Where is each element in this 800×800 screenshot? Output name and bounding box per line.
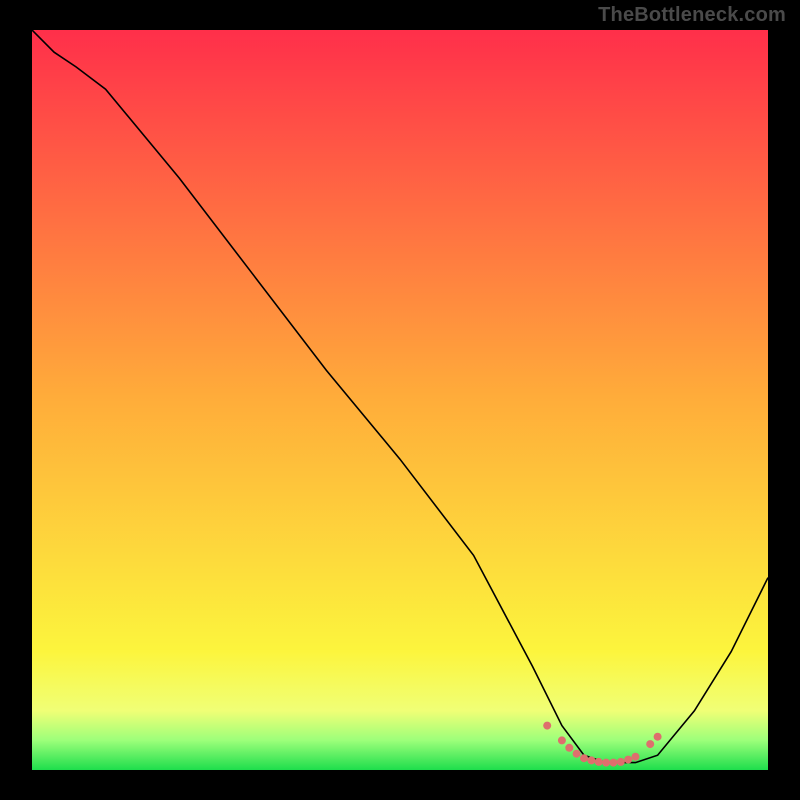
optimal-dot <box>595 758 603 766</box>
optimal-dot <box>646 740 654 748</box>
chart-svg <box>32 30 768 770</box>
gradient-bg <box>32 30 768 770</box>
optimal-dot <box>543 722 551 730</box>
optimal-dot <box>558 736 566 744</box>
optimal-dot <box>573 750 581 758</box>
optimal-dot <box>602 759 610 767</box>
watermark-text: TheBottleneck.com <box>598 4 786 27</box>
optimal-dot <box>587 756 595 764</box>
optimal-dot <box>624 756 632 764</box>
optimal-dot <box>565 744 573 752</box>
plot-area <box>32 30 768 770</box>
optimal-dot <box>609 759 617 767</box>
optimal-dot <box>632 753 640 761</box>
chart-frame: TheBottleneck.com <box>0 0 800 800</box>
optimal-dot <box>580 754 588 762</box>
optimal-dot <box>617 758 625 766</box>
optimal-dot <box>654 733 662 741</box>
